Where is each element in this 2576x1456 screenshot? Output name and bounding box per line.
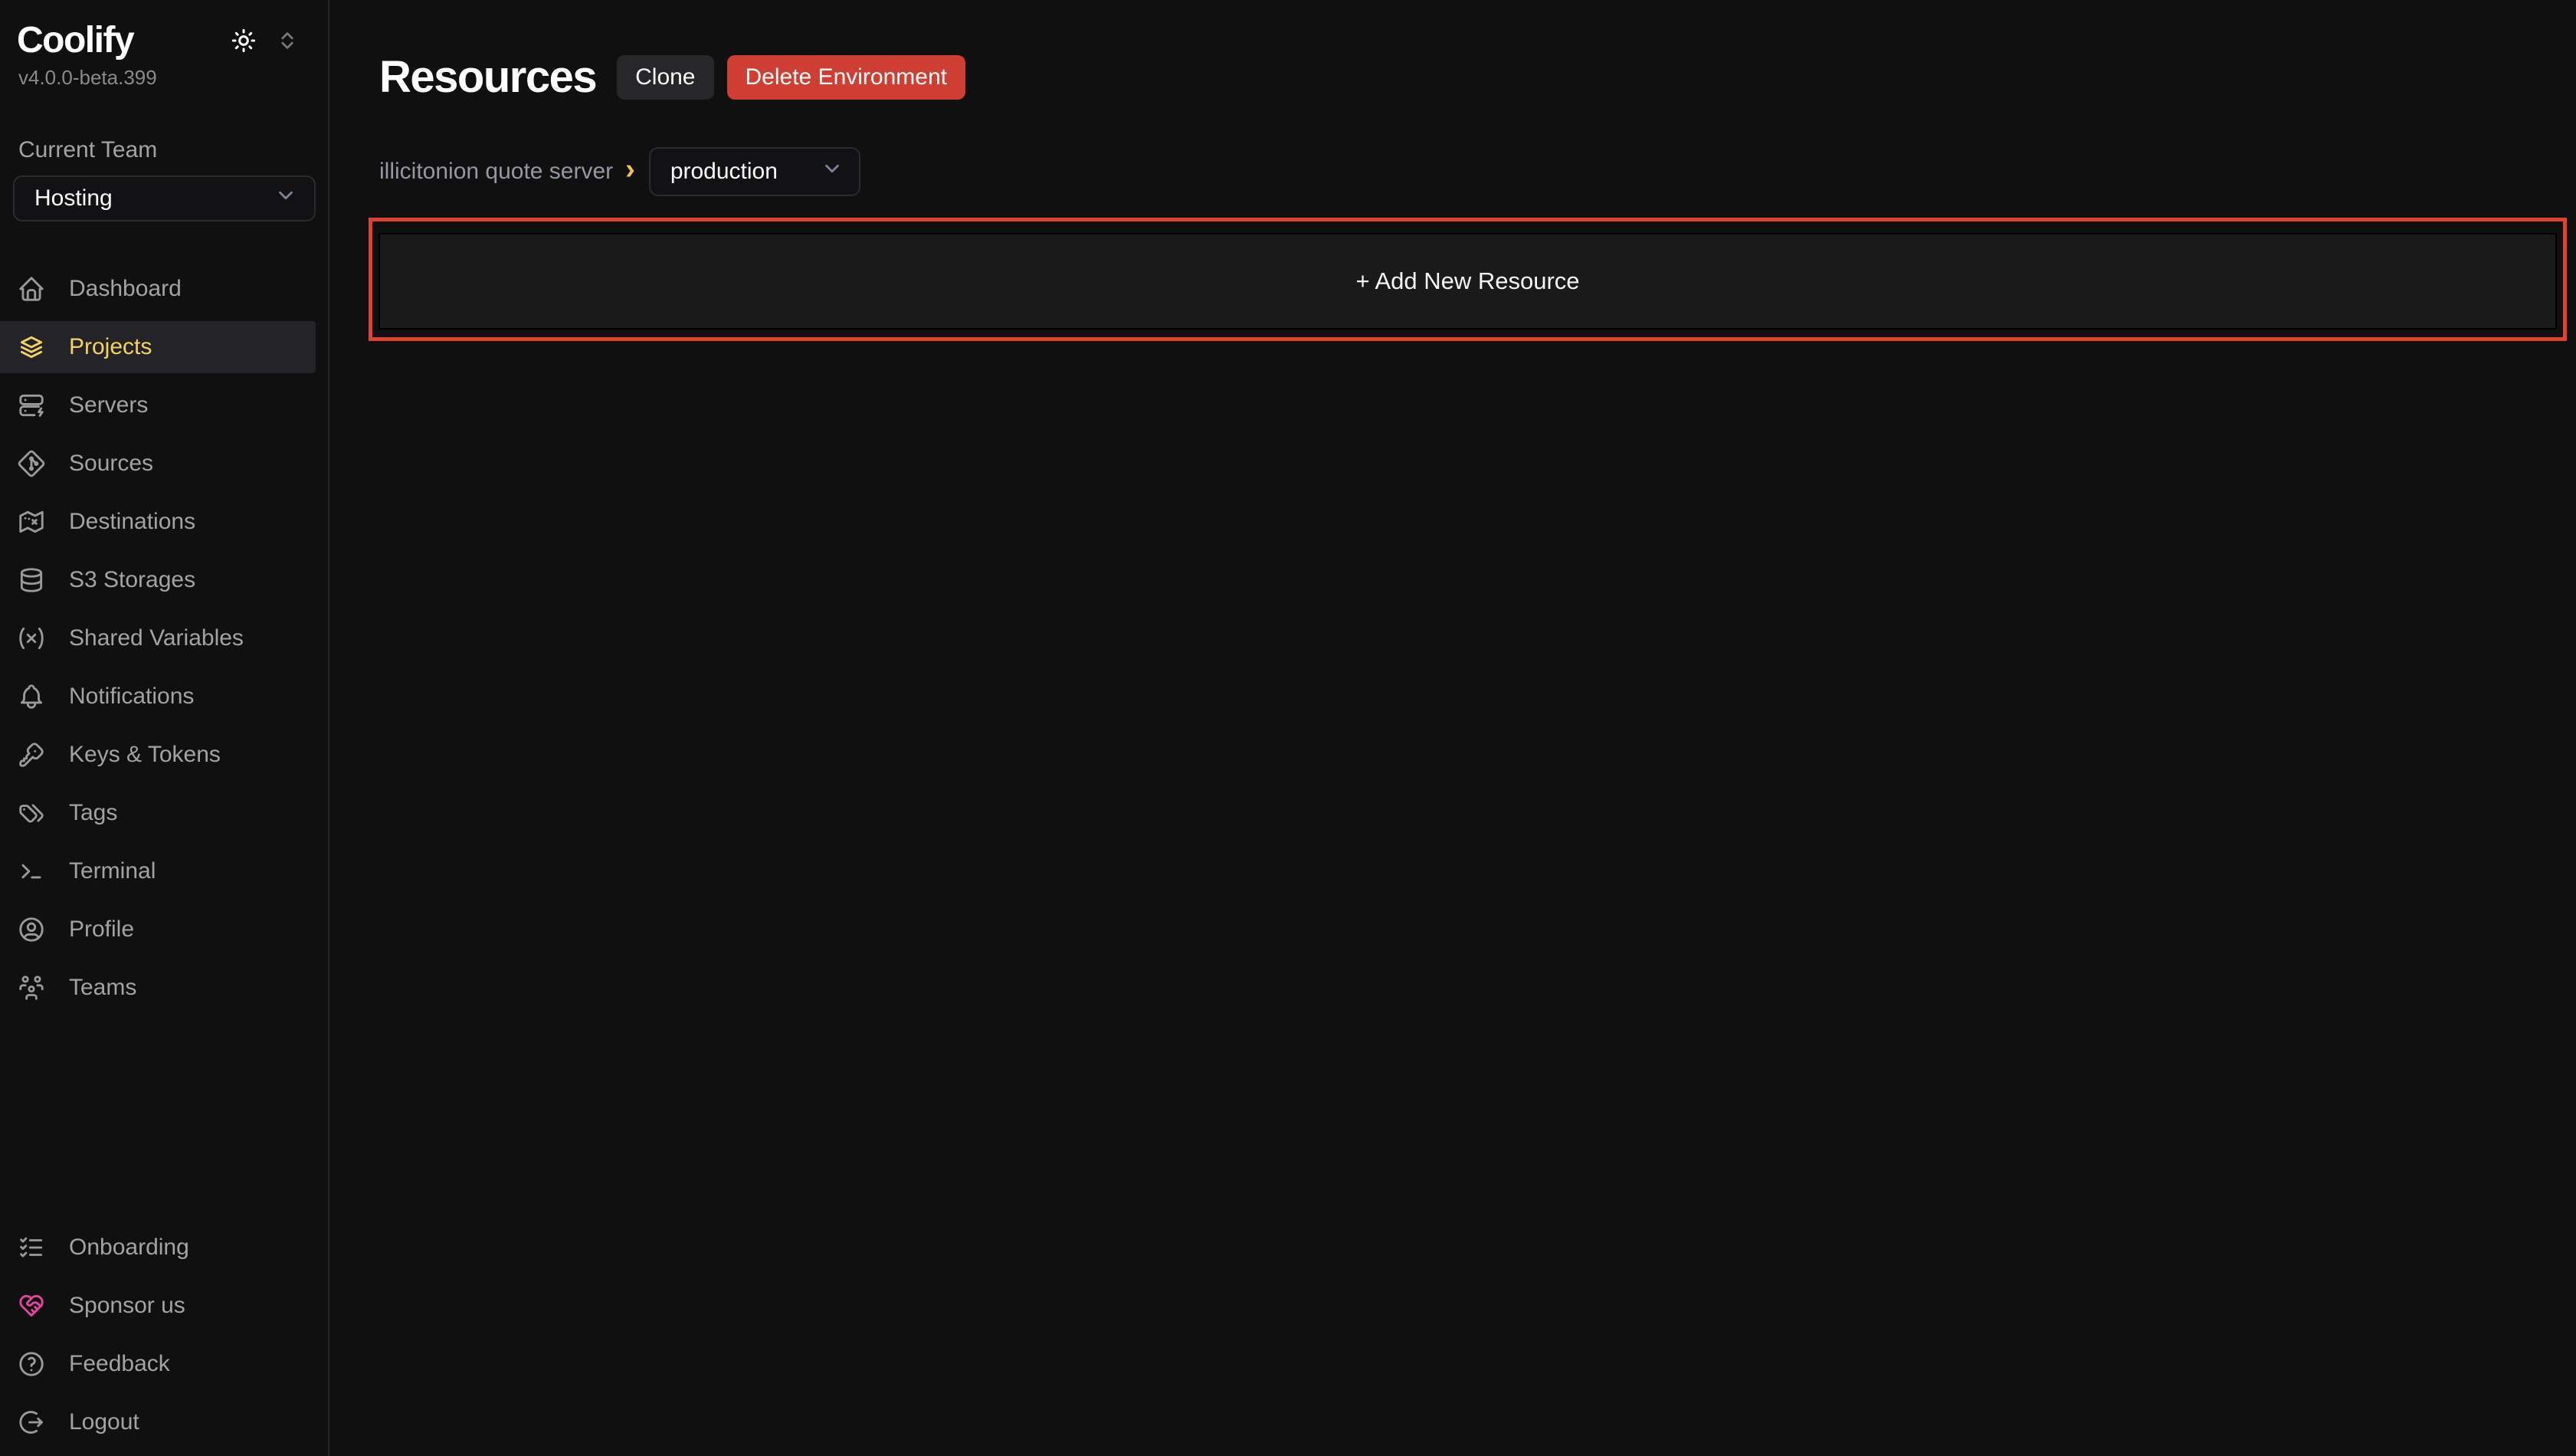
- sidebar-item-label: Profile: [69, 917, 134, 943]
- environment-select[interactable]: production: [649, 147, 860, 196]
- sidebar-item-label: Sponsor us: [69, 1293, 185, 1319]
- sidebar-item-label: Teams: [69, 975, 136, 1001]
- app-version: v4.0.0-beta.399: [0, 60, 328, 90]
- onboarding-icon: [17, 1233, 46, 1262]
- sidebar-item-label: Onboarding: [69, 1235, 189, 1261]
- sponsor-heart-icon: [17, 1291, 46, 1320]
- sidebar-item-s3-storages[interactable]: S3 Storages: [0, 554, 316, 606]
- sidebar-item-label: Feedback: [69, 1351, 170, 1377]
- sidebar-item-label: Tags: [69, 800, 117, 826]
- home-icon: [17, 274, 46, 303]
- database-icon: [17, 566, 46, 595]
- sidebar-item-label: S3 Storages: [69, 567, 195, 593]
- sidebar-item-sources[interactable]: Sources: [0, 438, 316, 490]
- add-new-resource-button[interactable]: + Add New Resource: [379, 233, 2557, 330]
- map-icon: [17, 507, 46, 536]
- profile-icon: [17, 915, 46, 944]
- clone-button[interactable]: Clone: [617, 55, 713, 100]
- sidebar-item-label: Terminal: [69, 858, 156, 884]
- sidebar-nav: Dashboard Projects Servers Sources Destinati…: [0, 263, 328, 1020]
- breadcrumb: illicitonion quote server › production: [331, 132, 2576, 196]
- app-logo: Coolify: [17, 21, 133, 60]
- current-team-label: Current Team: [18, 137, 328, 163]
- sidebar: Coolify v4.0.0-beta.399 Current Team Hos…: [0, 0, 329, 1456]
- sidebar-item-label: Projects: [69, 334, 152, 360]
- sidebar-item-dashboard[interactable]: Dashboard: [0, 263, 316, 315]
- server-icon: [17, 391, 46, 420]
- terminal-icon: [17, 857, 46, 886]
- logout-icon: [17, 1408, 46, 1437]
- sidebar-item-label: Logout: [69, 1409, 139, 1435]
- sidebar-item-label: Dashboard: [69, 276, 182, 302]
- sidebar-item-teams[interactable]: Teams: [0, 962, 316, 1014]
- sidebar-item-feedback[interactable]: Feedback: [0, 1338, 316, 1390]
- theme-toggle-sun-icon[interactable]: [228, 25, 259, 56]
- breadcrumb-chevron-icon: ›: [613, 158, 646, 185]
- sidebar-item-label: Notifications: [69, 684, 194, 710]
- sidebar-footer-nav: Onboarding Sponsor us Feedback Logout: [0, 1222, 328, 1456]
- environment-select-value: production: [670, 159, 778, 185]
- variables-icon: [17, 624, 46, 653]
- sidebar-item-label: Destinations: [69, 509, 195, 535]
- sidebar-item-sponsor-us[interactable]: Sponsor us: [0, 1280, 316, 1332]
- logo-row: Coolify: [0, 0, 328, 60]
- sidebar-item-label: Sources: [69, 451, 153, 477]
- delete-environment-button[interactable]: Delete Environment: [727, 55, 965, 100]
- key-icon: [17, 740, 46, 769]
- sidebar-item-tags[interactable]: Tags: [0, 787, 316, 839]
- main-content: Resources Clone Delete Environment illic…: [331, 0, 2576, 1456]
- sidebar-item-servers[interactable]: Servers: [0, 379, 316, 431]
- logo-icons: [228, 25, 299, 56]
- git-icon: [17, 449, 46, 478]
- teams-icon: [17, 973, 46, 1002]
- sidebar-item-label: Servers: [69, 392, 148, 418]
- layers-icon: [17, 333, 46, 362]
- sidebar-item-onboarding[interactable]: Onboarding: [0, 1222, 316, 1274]
- breadcrumb-project-link[interactable]: illicitonion quote server: [379, 159, 613, 185]
- page-title: Resources: [379, 53, 596, 102]
- sidebar-item-notifications[interactable]: Notifications: [0, 671, 316, 723]
- sidebar-item-label: Shared Variables: [69, 625, 244, 651]
- sidebar-item-keys-tokens[interactable]: Keys & Tokens: [0, 729, 316, 781]
- annotation-highlight-box: + Add New Resource: [369, 218, 2567, 341]
- sidebar-item-logout[interactable]: Logout: [0, 1396, 316, 1448]
- sidebar-item-terminal[interactable]: Terminal: [0, 845, 316, 897]
- sidebar-item-destinations[interactable]: Destinations: [0, 496, 316, 548]
- tags-icon: [17, 799, 46, 828]
- team-select-value: Hosting: [34, 185, 113, 212]
- feedback-icon: [17, 1349, 46, 1379]
- bell-icon: [17, 682, 46, 711]
- sidebar-item-shared-variables[interactable]: Shared Variables: [0, 612, 316, 664]
- chevron-down-icon: [821, 157, 844, 186]
- version-selector-icon[interactable]: [276, 29, 299, 52]
- sidebar-item-projects[interactable]: Projects: [0, 321, 316, 373]
- chevron-down-icon: [274, 184, 297, 213]
- sidebar-item-profile[interactable]: Profile: [0, 903, 316, 956]
- sidebar-item-label: Keys & Tokens: [69, 742, 221, 768]
- page-header: Resources Clone Delete Environment: [331, 0, 2576, 132]
- team-select[interactable]: Hosting: [13, 175, 316, 221]
